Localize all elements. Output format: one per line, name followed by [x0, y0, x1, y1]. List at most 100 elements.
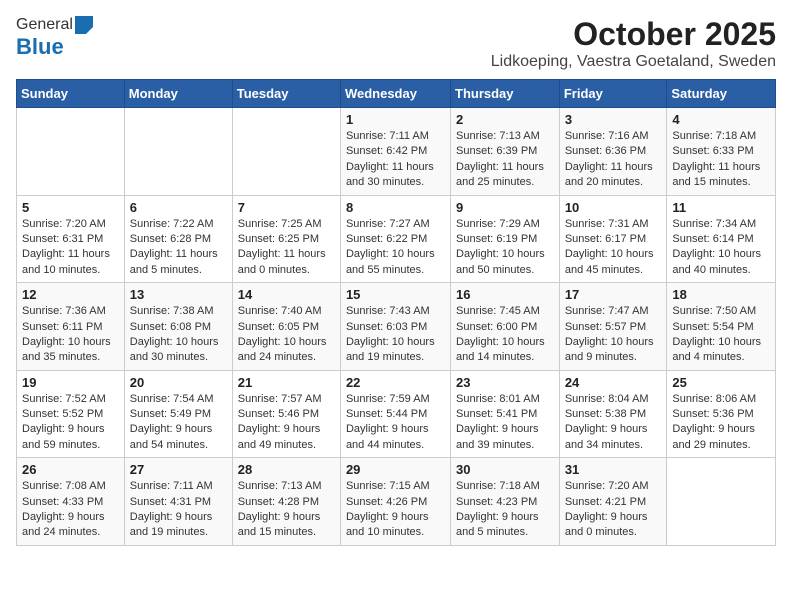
cell-date-number: 30: [456, 462, 554, 477]
cell-daylight-info: Sunrise: 7:20 AM Sunset: 6:31 PM Dayligh…: [22, 217, 119, 279]
cell-daylight-info: Sunrise: 8:04 AM Sunset: 5:38 PM Dayligh…: [565, 392, 662, 454]
weekday-header-friday: Friday: [559, 80, 667, 108]
title-block: October 2025 Lidkoeping, Vaestra Goetala…: [491, 16, 776, 71]
logo-blue-text: Blue: [16, 34, 64, 60]
cell-date-number: 14: [238, 287, 335, 302]
calendar-cell: 27 Sunrise: 7:11 AM Sunset: 4:31 PM Dayli…: [124, 458, 232, 546]
cell-date-number: 9: [456, 200, 554, 215]
weekday-header-monday: Monday: [124, 80, 232, 108]
calendar-cell: 26 Sunrise: 7:08 AM Sunset: 4:33 PM Dayli…: [17, 458, 125, 546]
calendar-cell: 5 Sunrise: 7:20 AM Sunset: 6:31 PM Daylig…: [17, 195, 125, 283]
calendar-cell: 12 Sunrise: 7:36 AM Sunset: 6:11 PM Dayli…: [17, 283, 125, 371]
logo-icon: [75, 16, 93, 34]
cell-date-number: 10: [565, 200, 662, 215]
cell-date-number: 17: [565, 287, 662, 302]
cell-daylight-info: Sunrise: 7:40 AM Sunset: 6:05 PM Dayligh…: [238, 304, 335, 366]
cell-date-number: 4: [672, 112, 770, 127]
calendar-cell: 14 Sunrise: 7:40 AM Sunset: 6:05 PM Dayli…: [232, 283, 340, 371]
weekday-header-tuesday: Tuesday: [232, 80, 340, 108]
cell-date-number: 16: [456, 287, 554, 302]
cell-daylight-info: Sunrise: 7:57 AM Sunset: 5:46 PM Dayligh…: [238, 392, 335, 454]
cell-date-number: 7: [238, 200, 335, 215]
weekday-header-wednesday: Wednesday: [340, 80, 450, 108]
cell-daylight-info: Sunrise: 7:29 AM Sunset: 6:19 PM Dayligh…: [456, 217, 554, 279]
calendar-week-0: 1 Sunrise: 7:11 AM Sunset: 6:42 PM Daylig…: [17, 108, 776, 196]
calendar-cell: 6 Sunrise: 7:22 AM Sunset: 6:28 PM Daylig…: [124, 195, 232, 283]
cell-daylight-info: Sunrise: 7:18 AM Sunset: 6:33 PM Dayligh…: [672, 129, 770, 191]
logo-general-text: General: [16, 16, 73, 34]
cell-date-number: 25: [672, 375, 770, 390]
calendar-cell: [232, 108, 340, 196]
calendar-cell: 3Sunrise: 7:16 AM Sunset: 6:36 PM Daylig…: [559, 108, 667, 196]
calendar-cell: [124, 108, 232, 196]
cell-date-number: 26: [22, 462, 119, 477]
cell-date-number: 5: [22, 200, 119, 215]
cell-daylight-info: Sunrise: 7:43 AM Sunset: 6:03 PM Dayligh…: [346, 304, 445, 366]
cell-date-number: 1: [346, 112, 445, 127]
calendar-cell: 22Sunrise: 7:59 AM Sunset: 5:44 PM Dayli…: [340, 370, 450, 458]
calendar-cell: 28Sunrise: 7:13 AM Sunset: 4:28 PM Dayli…: [232, 458, 340, 546]
cell-date-number: 31: [565, 462, 662, 477]
cell-date-number: 13: [130, 287, 227, 302]
calendar-cell: 9 Sunrise: 7:29 AM Sunset: 6:19 PM Daylig…: [451, 195, 560, 283]
calendar-cell: 15 Sunrise: 7:43 AM Sunset: 6:03 PM Dayli…: [340, 283, 450, 371]
calendar-week-4: 26 Sunrise: 7:08 AM Sunset: 4:33 PM Dayli…: [17, 458, 776, 546]
cell-date-number: 8: [346, 200, 445, 215]
calendar-cell: [667, 458, 776, 546]
cell-date-number: 2: [456, 112, 554, 127]
calendar-title: October 2025: [491, 16, 776, 53]
cell-daylight-info: Sunrise: 8:01 AM Sunset: 5:41 PM Dayligh…: [456, 392, 554, 454]
cell-daylight-info: Sunrise: 7:11 AM Sunset: 4:31 PM Dayligh…: [130, 479, 227, 541]
calendar-cell: 11 Sunrise: 7:34 AM Sunset: 6:14 PM Dayli…: [667, 195, 776, 283]
cell-daylight-info: Sunrise: 7:50 AM Sunset: 5:54 PM Dayligh…: [672, 304, 770, 366]
cell-date-number: 29: [346, 462, 445, 477]
calendar-subtitle: Lidkoeping, Vaestra Goetaland, Sweden: [491, 53, 776, 71]
cell-date-number: 23: [456, 375, 554, 390]
calendar-week-1: 5 Sunrise: 7:20 AM Sunset: 6:31 PM Daylig…: [17, 195, 776, 283]
calendar-cell: 25Sunrise: 8:06 AM Sunset: 5:36 PM Dayli…: [667, 370, 776, 458]
calendar-cell: 8 Sunrise: 7:27 AM Sunset: 6:22 PM Daylig…: [340, 195, 450, 283]
calendar-cell: 20Sunrise: 7:54 AM Sunset: 5:49 PM Dayli…: [124, 370, 232, 458]
cell-daylight-info: Sunrise: 7:20 AM Sunset: 4:21 PM Dayligh…: [565, 479, 662, 541]
calendar-week-2: 12 Sunrise: 7:36 AM Sunset: 6:11 PM Dayli…: [17, 283, 776, 371]
cell-daylight-info: Sunrise: 7:31 AM Sunset: 6:17 PM Dayligh…: [565, 217, 662, 279]
calendar-cell: 18 Sunrise: 7:50 AM Sunset: 5:54 PM Dayli…: [667, 283, 776, 371]
cell-daylight-info: Sunrise: 7:15 AM Sunset: 4:26 PM Dayligh…: [346, 479, 445, 541]
calendar-week-3: 19Sunrise: 7:52 AM Sunset: 5:52 PM Dayli…: [17, 370, 776, 458]
cell-date-number: 18: [672, 287, 770, 302]
calendar-cell: 21 Sunrise: 7:57 AM Sunset: 5:46 PM Dayli…: [232, 370, 340, 458]
cell-daylight-info: Sunrise: 7:27 AM Sunset: 6:22 PM Dayligh…: [346, 217, 445, 279]
cell-daylight-info: Sunrise: 7:11 AM Sunset: 6:42 PM Dayligh…: [346, 129, 445, 191]
cell-date-number: 15: [346, 287, 445, 302]
cell-daylight-info: Sunrise: 7:22 AM Sunset: 6:28 PM Dayligh…: [130, 217, 227, 279]
calendar-body: 1 Sunrise: 7:11 AM Sunset: 6:42 PM Daylig…: [17, 108, 776, 546]
cell-date-number: 21: [238, 375, 335, 390]
cell-date-number: 19: [22, 375, 119, 390]
calendar-cell: 4 Sunrise: 7:18 AM Sunset: 6:33 PM Daylig…: [667, 108, 776, 196]
cell-date-number: 11: [672, 200, 770, 215]
cell-daylight-info: Sunrise: 7:13 AM Sunset: 4:28 PM Dayligh…: [238, 479, 335, 541]
calendar-cell: 30 Sunrise: 7:18 AM Sunset: 4:23 PM Dayli…: [451, 458, 560, 546]
page-header: General Blue October 2025 Lidkoeping, Va…: [16, 16, 776, 71]
cell-daylight-info: Sunrise: 7:08 AM Sunset: 4:33 PM Dayligh…: [22, 479, 119, 541]
calendar-cell: 23 Sunrise: 8:01 AM Sunset: 5:41 PM Dayli…: [451, 370, 560, 458]
cell-date-number: 12: [22, 287, 119, 302]
cell-daylight-info: Sunrise: 7:47 AM Sunset: 5:57 PM Dayligh…: [565, 304, 662, 366]
cell-daylight-info: Sunrise: 7:36 AM Sunset: 6:11 PM Dayligh…: [22, 304, 119, 366]
calendar-cell: 7Sunrise: 7:25 AM Sunset: 6:25 PM Daylig…: [232, 195, 340, 283]
cell-daylight-info: Sunrise: 7:54 AM Sunset: 5:49 PM Dayligh…: [130, 392, 227, 454]
calendar-cell: 31 Sunrise: 7:20 AM Sunset: 4:21 PM Dayli…: [559, 458, 667, 546]
cell-daylight-info: Sunrise: 7:13 AM Sunset: 6:39 PM Dayligh…: [456, 129, 554, 191]
weekday-header-saturday: Saturday: [667, 80, 776, 108]
cell-date-number: 24: [565, 375, 662, 390]
calendar-cell: 1 Sunrise: 7:11 AM Sunset: 6:42 PM Daylig…: [340, 108, 450, 196]
cell-daylight-info: Sunrise: 7:34 AM Sunset: 6:14 PM Dayligh…: [672, 217, 770, 279]
calendar-cell: 19Sunrise: 7:52 AM Sunset: 5:52 PM Dayli…: [17, 370, 125, 458]
calendar-cell: 2 Sunrise: 7:13 AM Sunset: 6:39 PM Daylig…: [451, 108, 560, 196]
cell-date-number: 3: [565, 112, 662, 127]
calendar-header: SundayMondayTuesdayWednesdayThursdayFrid…: [17, 80, 776, 108]
cell-daylight-info: Sunrise: 7:18 AM Sunset: 4:23 PM Dayligh…: [456, 479, 554, 541]
calendar-header-row: SundayMondayTuesdayWednesdayThursdayFrid…: [17, 80, 776, 108]
cell-date-number: 27: [130, 462, 227, 477]
cell-date-number: 6: [130, 200, 227, 215]
